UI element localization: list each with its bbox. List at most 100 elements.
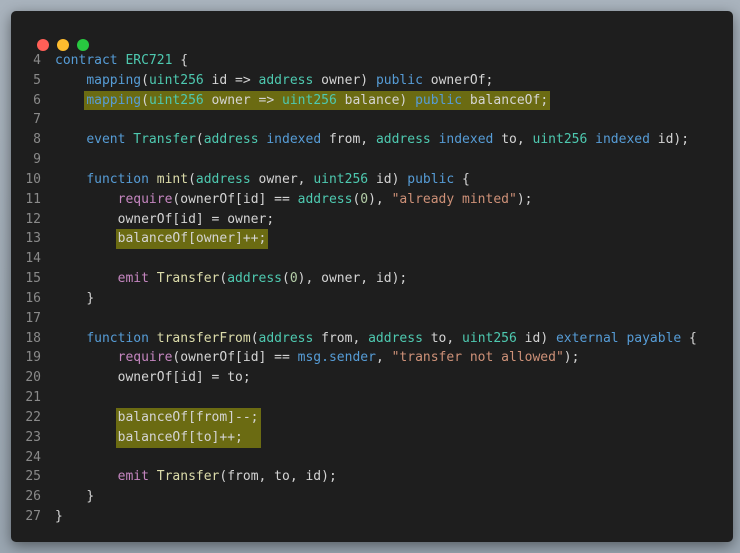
code-line: 6 mapping(uint256 owner => uint256 balan… [11, 90, 697, 111]
code-token-plain: ( [141, 92, 149, 108]
code-line: 25 emit Transfer(from, to, id); [11, 467, 697, 487]
code-token-plain: balanceOf[owner]++; [117, 231, 267, 247]
line-content: require(ownerOf[id] == msg.sender, "tran… [55, 348, 580, 368]
minimize-button[interactable] [57, 39, 69, 51]
line-number: 18 [25, 330, 41, 346]
code-editor: 4 contract ERC721 {5 mapping(uint256 id =… [11, 51, 697, 527]
close-button[interactable] [37, 39, 49, 51]
code-token-plain: owner, [250, 171, 314, 187]
code-token-plain: } [86, 290, 95, 306]
code-token-type: address [368, 330, 423, 346]
code-token-plain: balanceOf[to]++; [117, 429, 243, 445]
line-number: 15 [25, 271, 41, 287]
code-token-plain: } [55, 509, 63, 525]
code-token-plain: { [681, 330, 697, 346]
line-number: 5 [33, 72, 41, 88]
code-line: 20 ownerOf[id] = to; [11, 368, 697, 388]
code-token-plain: ( [250, 330, 259, 346]
code-line: 12 ownerOf[id] = owner; [11, 210, 697, 230]
code-token-plain: id => [203, 72, 259, 88]
line-content: mapping(uint256 id => address owner) pub… [55, 71, 493, 91]
line-content: } [55, 507, 63, 527]
code-token-ctl: require [117, 191, 173, 207]
code-line: 13 balanceOf[owner]++; [11, 229, 697, 250]
code-token-type: ERC721 [125, 53, 173, 68]
code-token-type: uint256 [462, 330, 517, 346]
code-line: 5 mapping(uint256 id => address owner) p… [11, 71, 697, 91]
line-number: 14 [25, 251, 41, 267]
code-token-type: address [258, 330, 314, 346]
code-token-type: address [258, 72, 314, 88]
highlighted-code: mapping(uint256 owner => uint256 balance… [84, 90, 551, 111]
code-line: 18 function transferFrom(address from, a… [11, 329, 697, 349]
code-token-plain: from, [321, 132, 376, 148]
code-token-type: uint256 [148, 92, 204, 108]
code-token-kw: public [415, 92, 463, 108]
code-line: 22 balanceOf[from]--; [11, 407, 697, 428]
code-token-type: Transfer [133, 132, 196, 148]
line-number: 23 [25, 429, 41, 445]
code-token-str: "transfer not allowed" [391, 350, 564, 366]
code-line: 4 contract ERC721 { [11, 51, 697, 71]
highlighted-code: balanceOf[owner]++; [115, 229, 269, 250]
line-number: 9 [33, 152, 41, 168]
code-token-plain: balanceOf; [462, 92, 549, 108]
line-number: 27 [25, 509, 41, 525]
code-token-kw: indexed [438, 132, 494, 148]
code-token-kw: indexed [595, 132, 650, 148]
code-token-plain: (ownerOf[id] == [172, 350, 298, 366]
line-content: ownerOf[id] = owner; [55, 210, 275, 230]
line-content: function mint(address owner, uint256 id)… [55, 170, 470, 190]
code-token-plain: (from, to, id); [219, 469, 337, 485]
code-token-plain: balance) [336, 92, 416, 108]
code-token-plain: to, [493, 132, 533, 148]
code-token-fn: transferFrom [156, 330, 251, 346]
code-token-kw: public [407, 171, 455, 187]
line-content: contract ERC721 { [55, 51, 188, 71]
code-token-type: uint256 [282, 92, 337, 108]
line-number: 13 [25, 231, 41, 247]
code-token-plain: from, [313, 330, 369, 346]
code-token-type: address [203, 132, 259, 148]
code-token-kw: msg.sender [297, 350, 376, 366]
code-token-plain: ownerOf[id] = owner; [117, 211, 275, 227]
code-line: 19 require(ownerOf[id] == msg.sender, "t… [11, 348, 697, 368]
line-content: ownerOf[id] = to; [55, 368, 251, 388]
highlighted-code: balanceOf[from]--; [115, 407, 261, 428]
line-content: emit Transfer(from, to, id); [55, 467, 337, 487]
code-line: 11 require(ownerOf[id] == address(0), "a… [11, 190, 697, 210]
line-number: 7 [33, 112, 41, 128]
code-token-plain: { [172, 53, 189, 68]
code-token-kw: payable [626, 330, 682, 346]
code-token-plain: ); [516, 191, 533, 207]
line-number: 19 [25, 350, 41, 366]
line-content: } [55, 289, 94, 309]
code-token-type: address [227, 271, 283, 287]
line-number: 8 [33, 132, 41, 148]
line-content: event Transfer(address indexed from, add… [55, 130, 689, 150]
code-token-plain: owner => [203, 92, 283, 108]
code-line: 24 [11, 448, 697, 468]
code-token-plain: , [375, 350, 392, 366]
code-line: 14 [11, 249, 697, 269]
code-token-fn: Transfer [156, 469, 220, 485]
code-token-num: 0 [360, 191, 369, 207]
code-token-plain: ownerOf[id] = to; [117, 370, 251, 386]
line-content: balanceOf[owner]++; [55, 229, 269, 250]
maximize-button[interactable] [77, 39, 89, 51]
code-token-plain: ), owner, id); [297, 271, 408, 287]
code-line: 16 } [11, 289, 697, 309]
code-token-plain: balanceOf[from]--; [117, 409, 259, 425]
code-token-plain: id) [368, 171, 408, 187]
code-token-plain: id); [649, 132, 690, 148]
code-token-type: address [375, 132, 431, 148]
code-token-plain: ( [195, 132, 204, 148]
code-line: 21 [11, 388, 697, 408]
code-token-kw: contract [55, 53, 118, 68]
code-token-kw: event [86, 132, 126, 148]
line-number: 10 [25, 171, 41, 187]
line-content: balanceOf[to]++; [55, 427, 261, 448]
